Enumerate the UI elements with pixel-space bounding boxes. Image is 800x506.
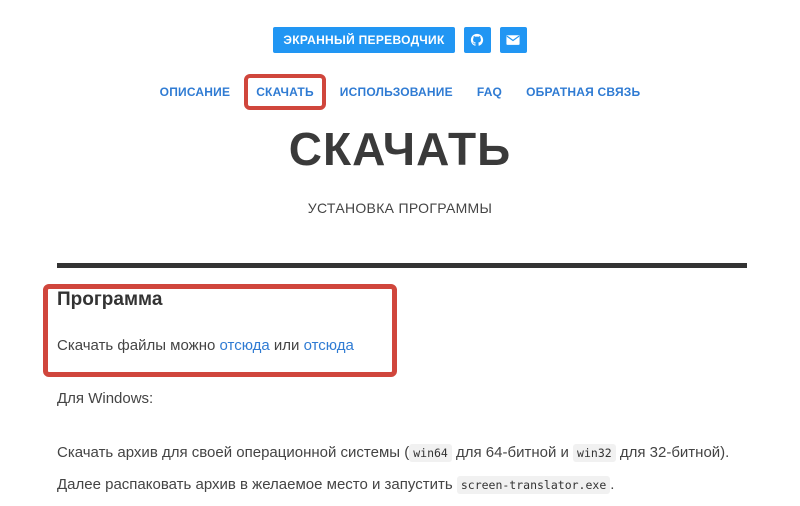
code-win32: win32: [573, 444, 616, 462]
section-title: Программа: [57, 289, 163, 310]
main-nav: ОПИСАНИЕ СКАЧАТЬ ИСПОЛЬЗОВАНИЕ FAQ ОБРАТ…: [0, 74, 800, 110]
p1-text: Скачать файлы можно: [57, 337, 220, 354]
page-title: СКАЧАТЬ: [288, 123, 512, 175]
divider: [57, 263, 747, 268]
github-button[interactable]: [463, 27, 491, 53]
windows-label: Для Windows:: [57, 390, 154, 407]
mail-button[interactable]: [499, 27, 527, 53]
p3-text-a: Скачать архив для своей операционной сис…: [57, 444, 410, 461]
download-paragraph: Скачать файлы можно отсюда или отсюда: [57, 337, 354, 354]
nav-item-download[interactable]: СКАЧАТЬ: [244, 74, 326, 110]
nav-item-feedback[interactable]: ОБРАТНАЯ СВЯЗЬ: [516, 79, 650, 105]
download-link-1[interactable]: отсюда: [220, 337, 270, 354]
nav-item-faq[interactable]: FAQ: [467, 79, 512, 105]
github-icon: [470, 33, 484, 46]
code-win64: win64: [409, 444, 452, 462]
instructions-paragraph: Скачать архив для своей операционной сис…: [57, 437, 757, 501]
brand-button[interactable]: ЭКРАННЫЙ ПЕРЕВОДЧИК: [273, 27, 455, 53]
nav-item-description[interactable]: ОПИСАНИЕ: [150, 79, 241, 105]
page-subtitle: УСТАНОВКА ПРОГРАММЫ: [307, 200, 493, 216]
top-bar: ЭКРАННЫЙ ПЕРЕВОДЧИК: [0, 27, 800, 53]
p3-text-d: .: [610, 476, 615, 493]
download-link-2[interactable]: отсюда: [304, 337, 354, 354]
p3-text-b: для 64-битной и: [451, 444, 574, 461]
nav-item-usage[interactable]: ИСПОЛЬЗОВАНИЕ: [330, 79, 463, 105]
code-exe: screen-translator.exe: [456, 476, 611, 494]
mail-icon: [506, 35, 520, 45]
p1-mid: или: [269, 337, 304, 354]
